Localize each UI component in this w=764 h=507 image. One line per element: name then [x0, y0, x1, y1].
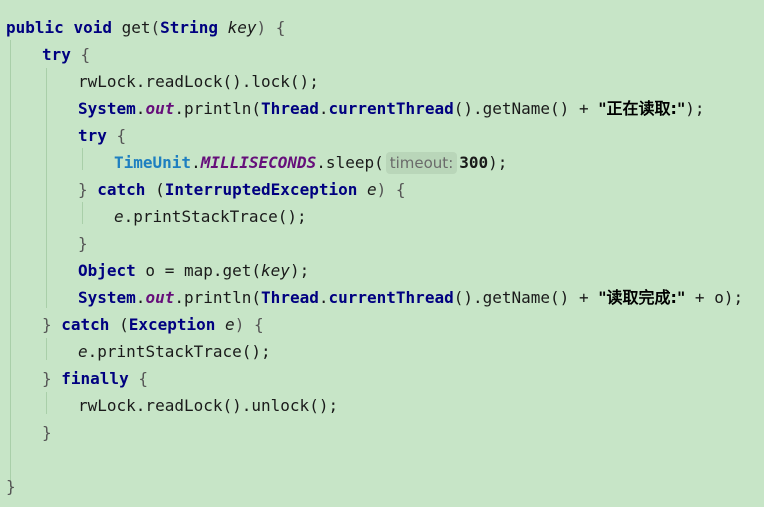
code-line-14[interactable]: } finally { [42, 365, 148, 392]
keyword-catch: catch [61, 315, 110, 334]
param-e: e [114, 207, 124, 226]
call-println: .println( [174, 99, 262, 118]
indent-guide [82, 202, 83, 224]
statement-end: ); [685, 99, 705, 118]
close-brace: } [42, 423, 52, 442]
class-exception: Exception [128, 315, 216, 334]
class-timeunit: TimeUnit [114, 153, 192, 172]
string-literal: "正在读取:" [598, 99, 686, 118]
code-line-1[interactable]: public void get(String key) { [6, 14, 285, 41]
code-text: rwLock.readLock().unlock(); [78, 396, 339, 415]
keyword-catch: catch [97, 180, 146, 199]
close-brace: } [42, 315, 62, 334]
field-out: out [145, 99, 175, 118]
open-brace: { [80, 45, 91, 64]
assignment: o = map.get( [135, 261, 262, 280]
code-line-4[interactable]: System.out.println(Thread.currentThread(… [78, 95, 705, 122]
type-string: String [160, 18, 218, 37]
statement-end: ); [488, 153, 508, 172]
string-literal: "读取完成:" [598, 288, 686, 307]
parameter-hint: timeout: [385, 152, 458, 174]
open-brace: ) { [234, 315, 264, 334]
statement-end: + o); [685, 288, 744, 307]
dot: . [191, 153, 201, 172]
field-out: out [145, 288, 175, 307]
open-paren: ( [145, 180, 165, 199]
param-key: key [261, 261, 290, 280]
close-brace: } [42, 369, 62, 388]
class-system: System [78, 288, 136, 307]
open-brace: ) { [256, 18, 286, 37]
param-e: e [78, 342, 88, 361]
close-brace: } [78, 234, 88, 253]
indent-guide [82, 148, 83, 170]
indent-guide [10, 40, 11, 492]
keyword-public: public [6, 18, 64, 37]
param-e: e [367, 180, 377, 199]
open-brace: { [116, 126, 127, 145]
dot: . [135, 288, 146, 307]
class-interrupted-exception: InterruptedException [164, 180, 358, 199]
call-getname: ().getName() + [453, 99, 599, 118]
open-paren: ( [109, 315, 129, 334]
statement-end: ); [289, 261, 310, 280]
code-line-6[interactable]: TimeUnit.MILLISECONDS.sleep(timeout: 300)… [114, 149, 507, 176]
indent-guide [46, 68, 47, 308]
param-key: key [227, 18, 257, 37]
code-line-16[interactable]: } [42, 419, 52, 446]
indent-guide [46, 392, 47, 414]
keyword-try: try [42, 45, 71, 64]
code-line-11[interactable]: System.out.println(Thread.currentThread(… [78, 284, 743, 311]
call-getname: ().getName() + [453, 288, 599, 307]
method-name: get [121, 18, 151, 37]
keyword-finally: finally [61, 369, 129, 388]
code-line-18[interactable]: } [6, 473, 16, 500]
constant-milliseconds: MILLISECONDS [200, 153, 317, 172]
code-editor[interactable]: public void get(String key) { try { rwLo… [0, 0, 764, 507]
code-line-9[interactable]: } [78, 230, 88, 257]
method-current-thread: currentThread [328, 288, 454, 307]
code-line-13[interactable]: e.printStackTrace(); [78, 338, 271, 365]
open-brace: { [128, 369, 148, 388]
method-current-thread: currentThread [328, 99, 454, 118]
class-object: Object [78, 261, 136, 280]
class-thread: Thread [261, 288, 319, 307]
class-thread: Thread [261, 99, 319, 118]
dot: . [135, 99, 146, 118]
close-brace: } [78, 180, 98, 199]
call-printstacktrace: .printStackTrace(); [123, 207, 307, 226]
code-line-7[interactable]: } catch (InterruptedException e) { [78, 176, 406, 203]
code-line-2[interactable]: try { [42, 41, 90, 68]
code-line-3[interactable]: rwLock.readLock().lock(); [78, 68, 319, 95]
number-literal: 300 [459, 153, 489, 172]
code-line-12[interactable]: } catch (Exception e) { [42, 311, 264, 338]
keyword-void: void [73, 18, 112, 37]
code-text: rwLock.readLock().lock(); [78, 72, 319, 91]
param-e: e [225, 315, 235, 334]
code-line-10[interactable]: Object o = map.get(key); [78, 257, 309, 284]
keyword-try: try [78, 126, 107, 145]
indent-guide [46, 338, 47, 360]
call-println: .println( [174, 288, 262, 307]
call-printstacktrace: .printStackTrace(); [87, 342, 271, 361]
open-brace: ) { [376, 180, 406, 199]
code-line-8[interactable]: e.printStackTrace(); [114, 203, 307, 230]
call-sleep: .sleep( [316, 153, 384, 172]
close-brace: } [6, 477, 16, 496]
code-line-15[interactable]: rwLock.readLock().unlock(); [78, 392, 338, 419]
class-system: System [78, 99, 136, 118]
open-paren: ( [150, 18, 161, 37]
code-line-5[interactable]: try { [78, 122, 126, 149]
